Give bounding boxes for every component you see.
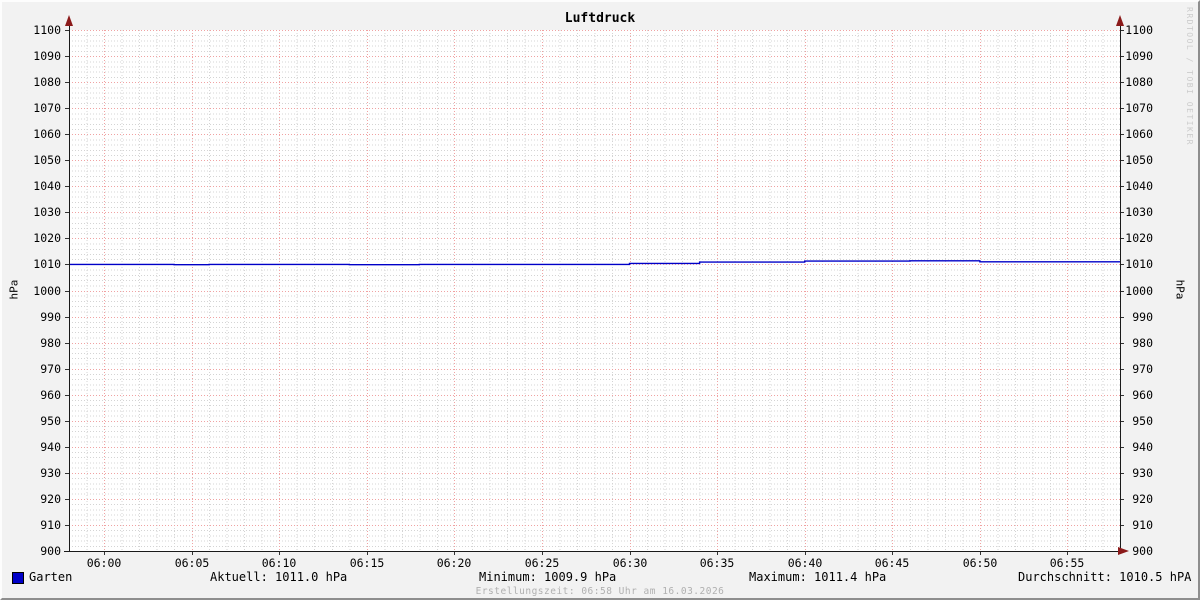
y-tick-label-left: 1080	[33, 75, 61, 89]
x-tick-label: 06:10	[262, 556, 297, 570]
y-tick-label-right: 920	[1132, 492, 1153, 506]
y-tick-label-left: 900	[40, 544, 61, 558]
y-tick-label-right: 1040	[1125, 179, 1153, 193]
y-axis-arrow-right	[1116, 15, 1124, 26]
y-tick-label-right: 1000	[1125, 284, 1153, 298]
y-tick-label-right: 1070	[1125, 101, 1153, 115]
x-tick-label: 06:30	[613, 556, 648, 570]
y-tick-label-right: 1060	[1125, 127, 1153, 141]
x-tick-label: 06:45	[875, 556, 910, 570]
x-tick-label: 06:55	[1050, 556, 1085, 570]
y-tick-label-right: 990	[1132, 310, 1153, 324]
rrdtool-graph: Luftdruck RRDTOOL / TOBI OETIKER hPa hPa…	[0, 0, 1200, 600]
y-tick-label-left: 960	[40, 388, 61, 402]
y-tick-label-left: 1050	[33, 153, 61, 167]
stat-minimum: Minimum: 1009.9 hPa	[479, 570, 617, 584]
stat-maximum: Maximum: 1011.4 hPa	[749, 570, 887, 584]
x-tick-label: 06:15	[350, 556, 385, 570]
y-tick-label-left: 910	[40, 518, 61, 532]
y-tick-label-right: 1080	[1125, 75, 1153, 89]
y-tick-label-left: 1030	[33, 205, 61, 219]
x-tick-label: 06:25	[525, 556, 560, 570]
y-tick-label-right: 1030	[1125, 205, 1153, 219]
stat-average: Durchschnitt: 1010.5 hPA	[1018, 570, 1192, 584]
y-tick-label-right: 980	[1132, 336, 1153, 350]
y-tick-label-left: 930	[40, 466, 61, 480]
y-tick-label-left: 950	[40, 414, 61, 428]
legend-color-swatch	[12, 572, 24, 584]
y-tick-label-left: 980	[40, 336, 61, 350]
y-tick-label-right: 960	[1132, 388, 1153, 402]
y-tick-label-left: 1060	[33, 127, 61, 141]
x-tick-label: 06:20	[437, 556, 472, 570]
y-tick-label-right: 940	[1132, 440, 1153, 454]
y-tick-label-right: 1020	[1125, 231, 1153, 245]
y-tick-label-right: 900	[1132, 544, 1153, 558]
y-tick-label-right: 970	[1132, 362, 1153, 376]
y-tick-label-left: 940	[40, 440, 61, 454]
y-tick-label-left: 920	[40, 492, 61, 506]
y-tick-label-right: 910	[1132, 518, 1153, 532]
stat-current: Aktuell: 1011.0 hPa	[210, 570, 348, 584]
y-tick-label-left: 1090	[33, 49, 61, 63]
x-tick-label: 06:50	[963, 556, 998, 570]
creation-timestamp: Erstellungszeit: 06:58 Uhr am 16.03.2026	[475, 586, 725, 597]
y-tick-label-left: 1070	[33, 101, 61, 115]
legend-series-label: Garten	[29, 570, 73, 584]
x-axis-arrow	[1118, 547, 1129, 555]
y-tick-label-right: 1050	[1125, 153, 1153, 167]
pressure-chart: 900 900 910 910 920 920 930 930 940 940 950 950 960 9…	[33, 15, 1153, 570]
y-tick-label-right: 930	[1132, 466, 1153, 480]
y-tick-label-left: 1100	[33, 23, 61, 37]
y-axis-arrow-left	[65, 15, 73, 26]
y-tick-label-right: 1100	[1125, 23, 1153, 37]
y-tick-label-right: 950	[1132, 414, 1153, 428]
y-tick-label-left: 1010	[33, 257, 61, 271]
y-tick-label-left: 1040	[33, 179, 61, 193]
y-tick-label-left: 990	[40, 310, 61, 324]
x-tick-label: 06:00	[87, 556, 122, 570]
x-tick-label: 06:35	[700, 556, 735, 570]
y-tick-label-left: 970	[40, 362, 61, 376]
y-tick-label-left: 1000	[33, 284, 61, 298]
y-tick-label-right: 1010	[1125, 257, 1153, 271]
y-tick-label-left: 1020	[33, 231, 61, 245]
x-tick-label: 06:40	[788, 556, 823, 570]
y-tick-label-right: 1090	[1125, 49, 1153, 63]
x-tick-label: 06:05	[175, 556, 210, 570]
